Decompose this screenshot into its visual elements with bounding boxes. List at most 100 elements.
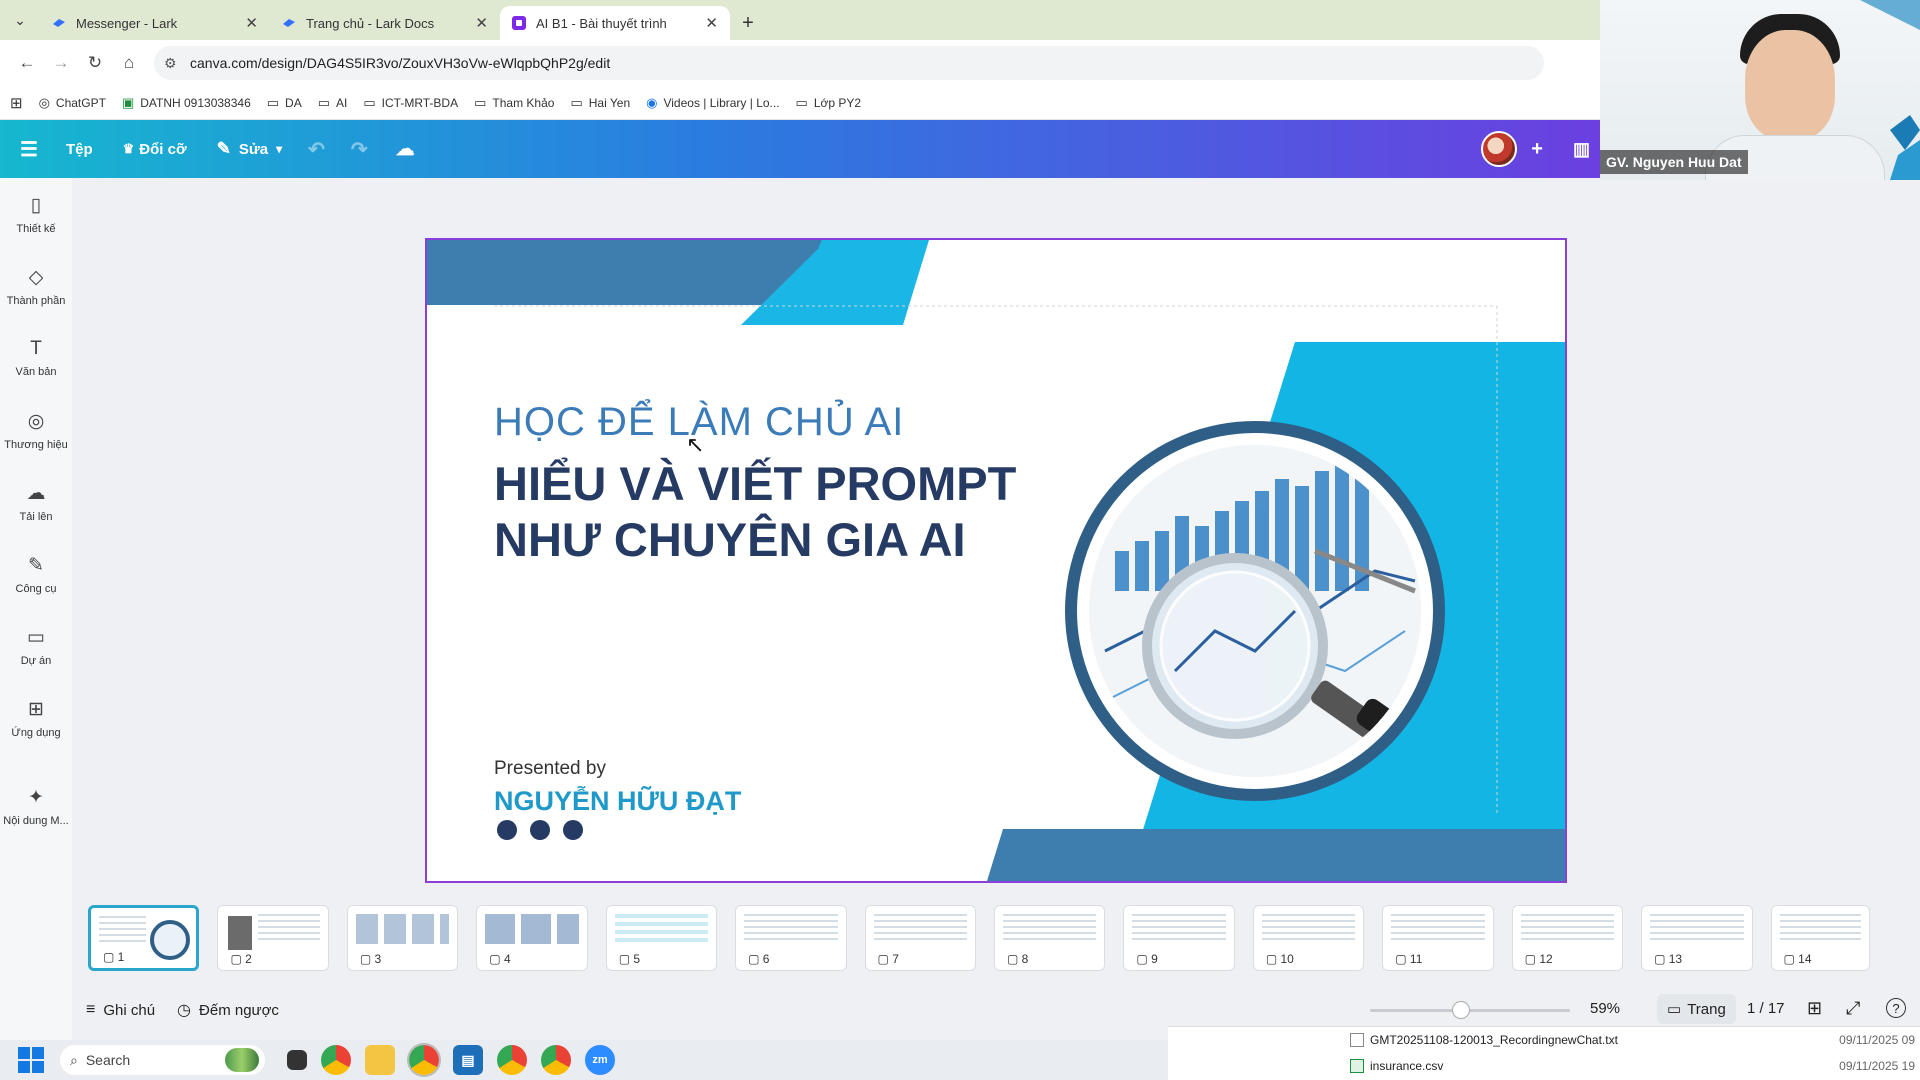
presented-by-text[interactable]: Presented by	[494, 758, 606, 780]
close-tab-icon[interactable]: ✕	[475, 14, 488, 32]
bookmark-item[interactable]: ▭ Lớp PY2	[796, 95, 862, 111]
download-item[interactable]: insurance.csv 09/11/2025 19	[1350, 1059, 1915, 1073]
add-collaborator-icon[interactable]: +	[1531, 138, 1543, 161]
browser-tab-active[interactable]: AI B1 - Bài thuyết trình ✕	[500, 6, 730, 40]
redo-icon[interactable]: ↷	[351, 137, 368, 162]
page-thumbnail[interactable]: ▢ 5	[605, 905, 718, 971]
page-thumbnail[interactable]: ▢ 2	[217, 905, 329, 971]
bookmark-item[interactable]: ◎ ChatGPT	[39, 95, 106, 111]
windows-taskbar: ⌕ Search ▤ zm	[0, 1040, 1168, 1080]
bookmark-item[interactable]: ▭ Tham Khảo	[474, 95, 554, 111]
new-tab-button[interactable]: +	[730, 6, 766, 40]
file-menu-button[interactable]: Tệp	[66, 141, 93, 158]
sidebar-item-projects[interactable]: ▭ Dự án	[0, 610, 72, 682]
chrome-profile-icon[interactable]	[407, 1043, 441, 1077]
chrome-profile-icon[interactable]	[497, 1045, 527, 1075]
page-thumbnail[interactable]: ▢ 13	[1641, 905, 1753, 971]
downloads-list: GMT20251108-120013_RecordingnewChat.txt …	[1168, 1026, 1920, 1080]
taskbar-search[interactable]: ⌕ Search	[60, 1045, 265, 1075]
sidebar-item-label: Thiết kế	[16, 222, 56, 235]
address-bar[interactable]: ⚙ canva.com/design/DAG4S5IR3vo/ZouxVH3oV…	[154, 46, 1544, 80]
download-item[interactable]: GMT20251108-120013_RecordingnewChat.txt …	[1350, 1033, 1915, 1047]
task-view-icon[interactable]	[287, 1050, 307, 1070]
undo-icon[interactable]: ↶	[308, 137, 325, 162]
browser-tab[interactable]: Trang chủ - Lark Docs ✕	[270, 6, 500, 40]
page-thumbnail[interactable]: ▢ 7	[864, 905, 976, 971]
sidebar-item-magic-media[interactable]: ✦ Nội dung M...	[0, 770, 72, 842]
zoom-slider[interactable]	[1370, 1009, 1570, 1012]
sidebar-item-elements[interactable]: ◇ Thành phần	[0, 250, 72, 322]
reload-icon[interactable]: ↻	[78, 46, 112, 80]
page-view-button[interactable]: ▭ Trang	[1657, 994, 1736, 1024]
page-thumbnail[interactable]: ▢ 9	[1123, 905, 1235, 971]
resize-button[interactable]: ♛ Đổi cỡ	[123, 141, 187, 158]
bookmark-item[interactable]: ▣ DATNH 0913038346	[122, 95, 251, 111]
page-thumbnail[interactable]: ▢ 10	[1252, 905, 1365, 971]
elements-icon: ◇	[28, 266, 44, 288]
bookmark-item[interactable]: ▭ DA	[267, 95, 302, 111]
search-placeholder: Search	[85, 1052, 131, 1068]
page-thumbnail-selected[interactable]: ▢ 1	[88, 905, 200, 971]
page-thumbnail[interactable]: ▢ 14	[1770, 905, 1870, 971]
timer-button[interactable]: ◷ Đếm ngược	[177, 1000, 279, 1020]
sidebar-item-apps[interactable]: ⊞ Ứng dụng	[0, 682, 72, 754]
site-info-icon[interactable]: ⚙	[164, 55, 190, 72]
sidebar-item-uploads[interactable]: ☁ Tải lên	[0, 466, 72, 538]
chrome-profile-icon[interactable]	[541, 1045, 571, 1075]
menu-icon[interactable]: ☰	[20, 137, 38, 162]
slide-canvas[interactable]: HỌC ĐỂ LÀM CHỦ AI HIỂU VÀ VIẾT PROMPT NH…	[425, 238, 1567, 883]
canva-icon	[512, 16, 526, 30]
close-tab-icon[interactable]: ✕	[245, 14, 258, 32]
sidebar-item-text[interactable]: T Văn bản	[0, 322, 72, 394]
back-icon[interactable]: ←	[10, 46, 44, 80]
sidebar-item-design[interactable]: ▯ Thiết kế	[0, 178, 72, 250]
avatar[interactable]	[1481, 131, 1518, 167]
fullscreen-icon[interactable]: ⤢	[1846, 998, 1860, 1019]
tab-search-chevron-icon[interactable]: ⌄	[0, 0, 40, 40]
sidebar-item-tools[interactable]: ✎ Công cụ	[0, 538, 72, 610]
video-icon: ◉	[646, 94, 658, 110]
chrome-icon[interactable]	[321, 1045, 351, 1075]
help-icon[interactable]: ?	[1886, 998, 1906, 1018]
apps-grid-icon[interactable]: ⊞	[10, 94, 23, 112]
bookmark-item[interactable]: ▭ Hai Yen	[570, 95, 630, 111]
dot-decoration	[497, 820, 517, 840]
author-name[interactable]: NGUYỄN HỮU ĐẠT	[494, 786, 741, 817]
zoom-icon[interactable]: zm	[585, 1045, 615, 1075]
timer-icon: ◷	[177, 1002, 192, 1019]
page-thumbnail[interactable]: ▢ 8	[993, 905, 1106, 971]
zoom-slider-handle[interactable]	[1452, 1001, 1470, 1019]
zoom-level[interactable]: 59%	[1590, 1000, 1620, 1017]
chevron-down-icon: ▾	[276, 142, 283, 156]
sidebar-item-brand[interactable]: ◎ Thương hiệu	[0, 394, 72, 466]
insights-icon[interactable]: ▥	[1573, 139, 1590, 160]
tab-title: AI B1 - Bài thuyết trình	[536, 15, 667, 31]
page-thumbnail[interactable]: ▢ 4	[476, 905, 588, 971]
bookmarks-bar: ⊞ ◎ ChatGPT ▣ DATNH 0913038346 ▭ DA ▭ AI ▭ IC…	[0, 86, 1600, 120]
bookmark-item[interactable]: ◉ Videos | Library | Lo...	[646, 95, 779, 111]
file-explorer-icon[interactable]	[365, 1045, 395, 1075]
page-number: ▢ 11	[1395, 952, 1423, 966]
windows-start-icon[interactable]	[18, 1047, 44, 1073]
page-number: ▢ 1	[103, 950, 125, 964]
notes-button[interactable]: ≡ Ghi chú	[86, 1001, 155, 1019]
bookmark-item[interactable]: ▭ ICT-MRT-BDA	[363, 95, 458, 111]
page-thumbnail[interactable]: ▢ 12	[1511, 905, 1624, 971]
grid-view-icon[interactable]: ⊞	[1807, 998, 1822, 1019]
bookmark-label: DATNH 0913038346	[140, 95, 251, 110]
page-thumbnail[interactable]: ▢ 6	[735, 905, 847, 971]
bookmark-item[interactable]: ▭ AI	[318, 95, 348, 111]
page-thumbnail[interactable]: ▢ 3	[346, 905, 459, 971]
cloud-saved-icon[interactable]: ☁	[396, 138, 415, 161]
page-number: ▢ 5	[618, 952, 641, 966]
page-thumbnail[interactable]: ▢ 11	[1382, 905, 1494, 971]
close-tab-icon[interactable]: ✕	[705, 14, 718, 32]
slide-title[interactable]: HIỂU VÀ VIẾT PROMPT NHƯ CHUYÊN GIA AI	[494, 456, 1016, 568]
forward-icon[interactable]: →	[44, 46, 78, 80]
edit-mode-button[interactable]: ✎ Sửa ▾	[217, 139, 283, 159]
browser-tab[interactable]: Messenger - Lark ✕	[40, 6, 270, 40]
lark-icon	[283, 19, 295, 27]
home-icon[interactable]: ⌂	[112, 46, 146, 80]
bookmark-label: AI	[336, 95, 348, 110]
app-icon[interactable]: ▤	[453, 1045, 483, 1075]
